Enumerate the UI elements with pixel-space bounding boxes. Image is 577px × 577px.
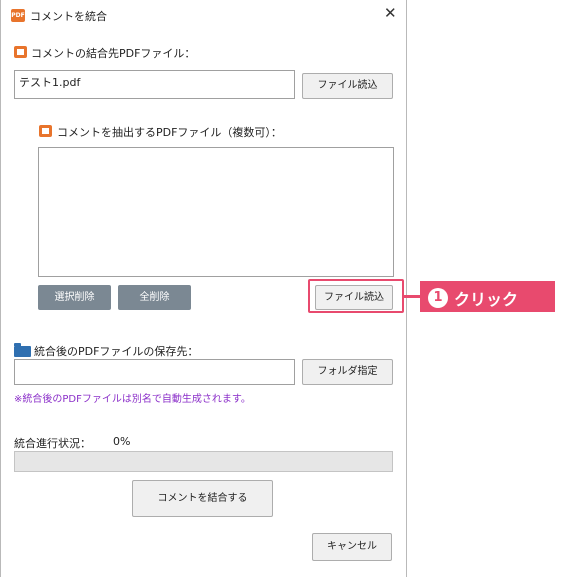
- close-icon[interactable]: ✕: [384, 4, 397, 22]
- target-load-file-button[interactable]: ファイル読込: [302, 73, 393, 99]
- progress-label: 統合進行状況：: [14, 437, 91, 450]
- folder-icon: [14, 343, 31, 357]
- output-folder-label: 統合後のPDFファイルの保存先：: [34, 345, 199, 358]
- cancel-button[interactable]: キャンセル: [312, 533, 392, 561]
- target-pdf-label: コメントの結合先PDFファイル：: [31, 47, 196, 60]
- source-pdf-list[interactable]: [38, 147, 394, 277]
- progress-percent: 0%: [113, 435, 131, 448]
- click-highlight-box: [308, 279, 404, 313]
- delete-selected-button[interactable]: 選択削除: [38, 285, 111, 310]
- step-number-badge: 1: [428, 288, 448, 308]
- title-bar: PDF コメントを統合 ✕: [1, 0, 408, 30]
- output-folder-field[interactable]: [14, 359, 295, 385]
- select-folder-button[interactable]: フォルダ指定: [302, 359, 393, 385]
- pdf-file-icon: [39, 125, 52, 137]
- callout-text: クリック: [454, 290, 519, 309]
- pdf-app-icon: PDF: [11, 9, 25, 22]
- click-callout: 1 クリック: [420, 281, 555, 312]
- callout-connector: [404, 295, 420, 298]
- auto-name-note: ※統合後のPDFファイルは別名で自動生成されます。: [14, 394, 251, 405]
- delete-all-button[interactable]: 全削除: [118, 285, 191, 310]
- progress-bar: [14, 451, 393, 472]
- dialog-title: コメントを統合: [30, 10, 107, 23]
- source-pdf-label: コメントを抽出するPDFファイル（複数可）：: [57, 126, 282, 139]
- target-pdf-field[interactable]: テスト1.pdf: [14, 70, 295, 99]
- pdf-file-icon: [14, 46, 27, 58]
- merge-comments-button[interactable]: コメントを結合する: [132, 480, 273, 517]
